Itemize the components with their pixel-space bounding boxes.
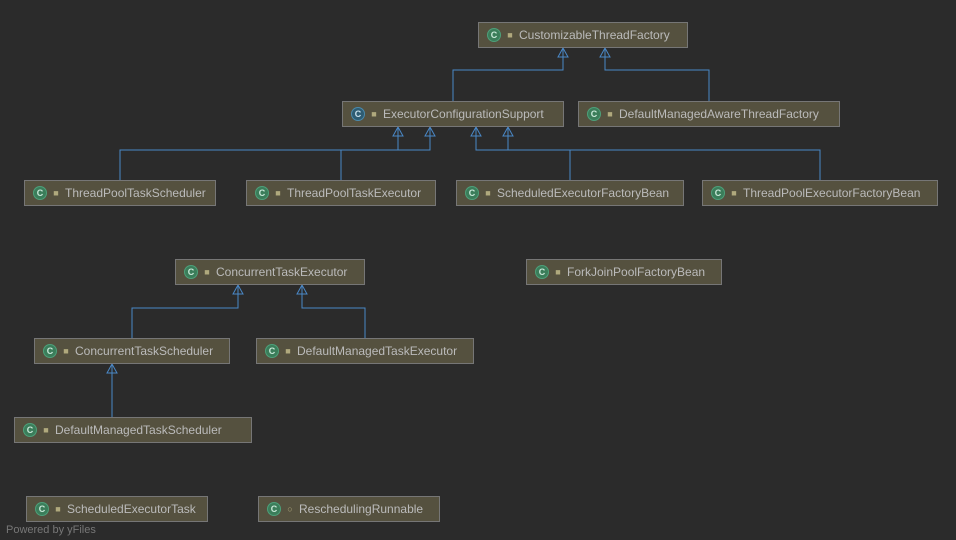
- modifier-icon: ○: [286, 504, 294, 514]
- modifier-icon: ■: [62, 346, 70, 356]
- class-node-tpefb[interactable]: C ■ ThreadPoolExecutorFactoryBean: [702, 180, 938, 206]
- inheritance-edge: [508, 127, 820, 180]
- class-icon: C: [711, 186, 725, 200]
- modifier-icon: ■: [606, 109, 614, 119]
- inheritance-arrowhead-icon: [471, 127, 481, 136]
- class-label: ForkJoinPoolFactoryBean: [567, 265, 705, 279]
- class-label: DefaultManagedAwareThreadFactory: [619, 107, 819, 121]
- class-node-set[interactable]: C ■ ScheduledExecutorTask: [26, 496, 208, 522]
- class-node-dmte[interactable]: C ■ DefaultManagedTaskExecutor: [256, 338, 474, 364]
- diagram-footer: Powered by yFiles: [6, 524, 96, 536]
- inheritance-edge: [132, 285, 238, 338]
- class-label: ScheduledExecutorTask: [67, 502, 196, 516]
- inheritance-edge: [302, 285, 365, 338]
- class-icon: C: [255, 186, 269, 200]
- class-icon: C: [265, 344, 279, 358]
- modifier-icon: ■: [730, 188, 738, 198]
- class-label: DefaultManagedTaskExecutor: [297, 344, 457, 358]
- modifier-icon: ■: [42, 425, 50, 435]
- modifier-icon: ■: [370, 109, 378, 119]
- class-icon: C: [465, 186, 479, 200]
- class-node-tpts[interactable]: C ■ ThreadPoolTaskScheduler: [24, 180, 216, 206]
- modifier-icon: ■: [554, 267, 562, 277]
- class-label: ThreadPoolExecutorFactoryBean: [743, 186, 920, 200]
- class-node-dmts[interactable]: C ■ DefaultManagedTaskScheduler: [14, 417, 252, 443]
- abstract-class-icon: C: [351, 107, 365, 121]
- class-node-ctf[interactable]: C ■ CustomizableThreadFactory: [478, 22, 688, 48]
- class-label: ExecutorConfigurationSupport: [383, 107, 544, 121]
- modifier-icon: ■: [203, 267, 211, 277]
- modifier-icon: ■: [274, 188, 282, 198]
- inheritance-arrowhead-icon: [600, 48, 610, 57]
- class-label: ConcurrentTaskExecutor: [216, 265, 347, 279]
- modifier-icon: ■: [506, 30, 514, 40]
- inheritance-arrowhead-icon: [233, 285, 243, 294]
- class-label: DefaultManagedTaskScheduler: [55, 423, 222, 437]
- modifier-icon: ■: [484, 188, 492, 198]
- class-icon: C: [43, 344, 57, 358]
- inheritance-edge: [341, 127, 430, 180]
- class-node-tpte[interactable]: C ■ ThreadPoolTaskExecutor: [246, 180, 436, 206]
- class-label: ScheduledExecutorFactoryBean: [497, 186, 669, 200]
- class-hierarchy-edges: [0, 0, 956, 540]
- class-node-rr[interactable]: C ○ ReschedulingRunnable: [258, 496, 440, 522]
- inheritance-arrowhead-icon: [297, 285, 307, 294]
- inheritance-edge: [476, 127, 570, 180]
- class-node-fjpfb[interactable]: C ■ ForkJoinPoolFactoryBean: [526, 259, 722, 285]
- inheritance-edge: [605, 48, 709, 101]
- class-node-ecs[interactable]: C ■ ExecutorConfigurationSupport: [342, 101, 564, 127]
- class-icon: C: [23, 423, 37, 437]
- class-label: ThreadPoolTaskExecutor: [287, 186, 421, 200]
- inheritance-edge: [453, 48, 563, 101]
- class-node-cts[interactable]: C ■ ConcurrentTaskScheduler: [34, 338, 230, 364]
- inheritance-arrowhead-icon: [503, 127, 513, 136]
- class-node-sefb[interactable]: C ■ ScheduledExecutorFactoryBean: [456, 180, 684, 206]
- class-label: ReschedulingRunnable: [299, 502, 423, 516]
- class-icon: C: [35, 502, 49, 516]
- class-label: CustomizableThreadFactory: [519, 28, 670, 42]
- inheritance-arrowhead-icon: [393, 127, 403, 136]
- class-label: ConcurrentTaskScheduler: [75, 344, 213, 358]
- class-node-cte[interactable]: C ■ ConcurrentTaskExecutor: [175, 259, 365, 285]
- class-icon: C: [535, 265, 549, 279]
- class-icon: C: [184, 265, 198, 279]
- inheritance-edge: [120, 127, 398, 180]
- class-label: ThreadPoolTaskScheduler: [65, 186, 206, 200]
- class-icon: C: [587, 107, 601, 121]
- class-icon: C: [487, 28, 501, 42]
- inheritance-arrowhead-icon: [425, 127, 435, 136]
- class-icon: C: [267, 502, 281, 516]
- inheritance-arrowhead-icon: [558, 48, 568, 57]
- class-node-dmatf[interactable]: C ■ DefaultManagedAwareThreadFactory: [578, 101, 840, 127]
- modifier-icon: ■: [284, 346, 292, 356]
- modifier-icon: ■: [52, 188, 60, 198]
- class-icon: C: [33, 186, 47, 200]
- modifier-icon: ■: [54, 504, 62, 514]
- inheritance-arrowhead-icon: [107, 364, 117, 373]
